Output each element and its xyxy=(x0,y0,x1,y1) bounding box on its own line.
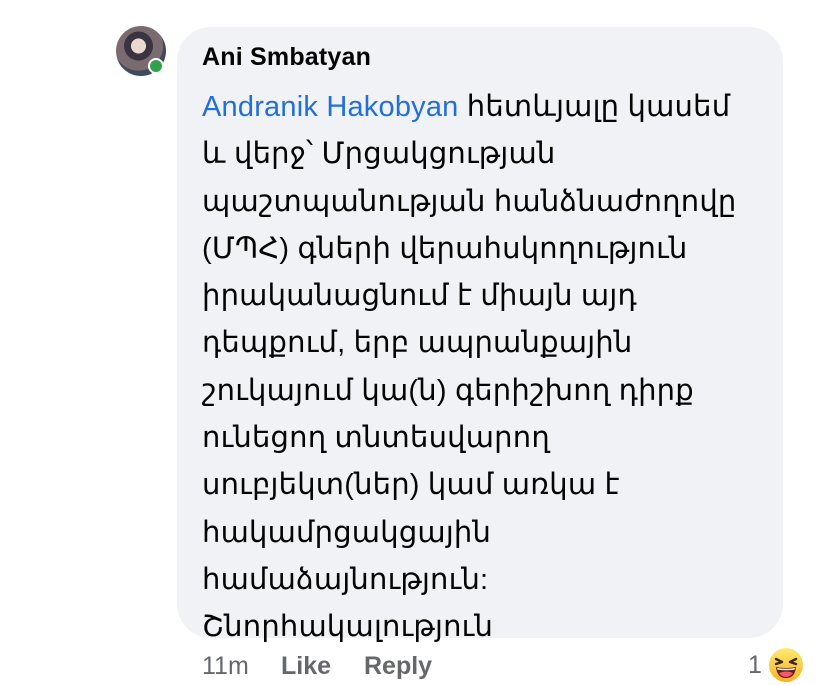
comment-author[interactable]: Ani Smbatyan xyxy=(202,43,371,72)
comment-line: հակամրցակցային xyxy=(202,516,492,549)
reaction-count: 1 xyxy=(748,650,762,679)
comment-timestamp[interactable]: 11m xyxy=(202,652,249,681)
reply-button[interactable]: Reply xyxy=(364,652,432,681)
comment-line: և վերջ՝ Մրցակցության xyxy=(202,138,556,171)
comment-line: շուկայում կա(ն) գերիշխող դիրք xyxy=(202,374,694,407)
comment-line: ունեցող տնտեսվարող xyxy=(202,422,550,455)
comment-line: պաշտպանության հանձնաժողովը xyxy=(202,185,737,218)
comment-text: Andranik Hakobyan հետևյալը կասեմ և վերջ՝… xyxy=(202,84,762,652)
online-status-dot xyxy=(148,58,164,74)
comment-actions: 11m Like Reply xyxy=(0,650,828,684)
comment-line: իրականացնում է միայն այդ xyxy=(202,280,637,313)
mention-link[interactable]: Andranik Hakobyan xyxy=(202,91,459,123)
comment-line: (ՄՊՀ) գների վերահսկողություն xyxy=(202,232,688,265)
comment-line: համաձայնություն: xyxy=(202,563,489,596)
avatar[interactable] xyxy=(116,26,166,76)
comment-line-1-rest: հետևյալը կասեմ xyxy=(458,91,731,123)
reaction-summary[interactable]: 1 xyxy=(748,645,806,685)
comment-line-1: Andranik Hakobyan հետևյալը կասեմ xyxy=(202,84,762,131)
laughing-emoji-icon xyxy=(765,645,806,685)
like-button[interactable]: Like xyxy=(281,652,331,681)
comment-line: դեպքում, երբ ապրանքային xyxy=(202,327,633,360)
comment-line: Շնորհակալություն xyxy=(202,611,494,644)
comment-line: սուբյեկտ(ներ) կամ առկա է xyxy=(202,469,620,502)
